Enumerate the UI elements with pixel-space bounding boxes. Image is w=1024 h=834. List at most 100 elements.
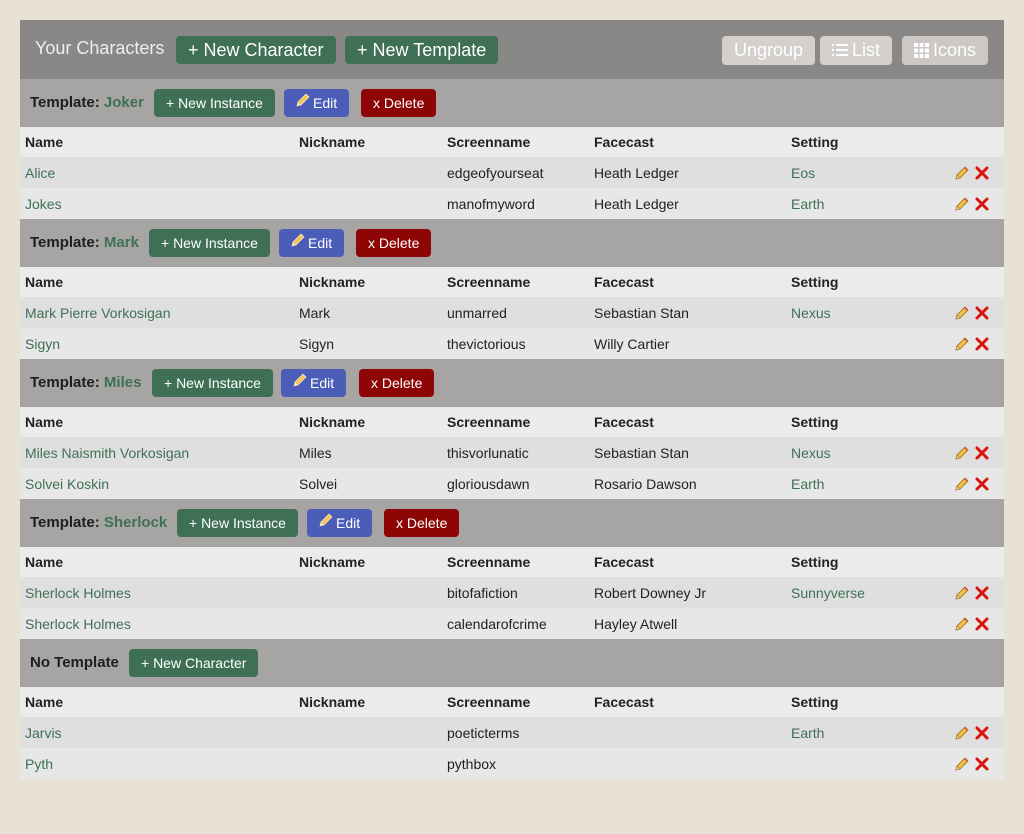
screenname-cell: poeticterms — [442, 717, 589, 748]
edit-pencil-icon[interactable] — [954, 445, 970, 461]
nickname-cell — [294, 717, 442, 748]
list-view-button[interactable]: List — [820, 36, 893, 65]
edit-pencil-icon[interactable] — [954, 616, 970, 632]
delete-x-icon[interactable] — [974, 756, 990, 772]
new-template-button[interactable]: + New Template — [345, 36, 499, 64]
edit-pencil-icon[interactable] — [954, 196, 970, 212]
table-header-row: Name Nickname Screenname Facecast Setting — [20, 127, 1004, 157]
column-header: Facecast — [589, 687, 786, 717]
row-actions — [926, 157, 1004, 188]
edit-pencil-icon[interactable] — [954, 756, 970, 772]
actions-header — [926, 547, 1004, 577]
facecast-cell — [589, 717, 786, 748]
template-label: Template: — [30, 94, 100, 111]
column-header: Name — [20, 267, 294, 297]
edit-pencil-icon[interactable] — [954, 305, 970, 321]
edit-pencil-icon[interactable] — [954, 725, 970, 741]
character-name-link[interactable]: Jarvis — [25, 725, 62, 741]
template-name-link[interactable]: Joker — [104, 94, 144, 111]
grid-icon — [914, 43, 929, 58]
facecast-cell — [589, 748, 786, 779]
character-name-link[interactable]: Solvei Koskin — [25, 476, 109, 492]
new-instance-button[interactable]: + New Instance — [177, 509, 298, 537]
edit-pencil-icon[interactable] — [954, 165, 970, 181]
characters-table: Name Nickname Screenname Facecast Setting Ali… — [20, 127, 1004, 219]
column-header: Facecast — [589, 267, 786, 297]
column-header: Name — [20, 407, 294, 437]
setting-link[interactable]: Sunnyverse — [791, 585, 865, 601]
delete-template-button[interactable]: x Delete — [384, 509, 460, 537]
edit-pencil-icon[interactable] — [954, 476, 970, 492]
delete-x-icon[interactable] — [974, 305, 990, 321]
setting-link[interactable]: Eos — [791, 165, 815, 181]
character-name-link[interactable]: Alice — [25, 165, 55, 181]
delete-template-button[interactable]: x Delete — [361, 89, 437, 117]
nickname-cell — [294, 188, 442, 219]
edit-pencil-icon[interactable] — [954, 585, 970, 601]
facecast-cell: Sebastian Stan — [589, 297, 786, 328]
delete-x-icon[interactable] — [974, 445, 990, 461]
delete-x-icon[interactable] — [974, 165, 990, 181]
delete-x-icon[interactable] — [974, 725, 990, 741]
screenname-cell: edgeofyourseat — [442, 157, 589, 188]
new-character-button[interactable]: + New Character — [176, 36, 336, 64]
delete-x-icon[interactable] — [974, 476, 990, 492]
new-character-button[interactable]: + New Character — [129, 649, 259, 677]
new-instance-button[interactable]: + New Instance — [154, 89, 275, 117]
template-header: Template: Miles + New Instance Edit x Delet… — [20, 359, 1004, 407]
edit-template-button[interactable]: Edit — [279, 229, 345, 257]
pencil-icon — [291, 233, 305, 247]
setting-link[interactable]: Nexus — [791, 445, 831, 461]
character-name-link[interactable]: Mark Pierre Vorkosigan — [25, 305, 171, 321]
characters-table: Name Nickname Screenname Facecast Setting She… — [20, 547, 1004, 639]
setting-link[interactable]: Earth — [791, 476, 824, 492]
character-name-link[interactable]: Sherlock Holmes — [25, 616, 131, 632]
template-label: Template: — [30, 234, 100, 251]
delete-x-icon[interactable] — [974, 196, 990, 212]
table-row: Jarvis poeticterms Earth — [20, 717, 1004, 748]
delete-x-icon[interactable] — [974, 585, 990, 601]
delete-x-icon[interactable] — [974, 616, 990, 632]
screenname-cell: gloriousdawn — [442, 468, 589, 499]
edit-template-button[interactable]: Edit — [281, 369, 347, 397]
character-name-link[interactable]: Sigyn — [25, 336, 60, 352]
column-header: Facecast — [589, 547, 786, 577]
table-row: Sherlock Holmes bitofafiction Robert Downe… — [20, 577, 1004, 608]
edit-template-button[interactable]: Edit — [284, 89, 350, 117]
facecast-cell: Heath Ledger — [589, 157, 786, 188]
row-actions — [926, 468, 1004, 499]
edit-label: Edit — [308, 235, 333, 251]
setting-link[interactable]: Earth — [791, 725, 824, 741]
setting-link[interactable]: Earth — [791, 196, 824, 212]
character-name-link[interactable]: Miles Naismith Vorkosigan — [25, 445, 189, 461]
actions-header — [926, 267, 1004, 297]
character-name-link[interactable]: Sherlock Holmes — [25, 585, 131, 601]
edit-template-button[interactable]: Edit — [307, 509, 373, 537]
column-header: Nickname — [294, 267, 442, 297]
column-header: Nickname — [294, 687, 442, 717]
ungroup-button[interactable]: Ungroup — [722, 36, 816, 65]
row-actions — [926, 297, 1004, 328]
template-name-link[interactable]: Sherlock — [104, 514, 167, 531]
characters-page: Your Characters + New Character + New Te… — [20, 20, 1004, 779]
page-title: Your Characters — [35, 38, 165, 58]
new-instance-button[interactable]: + New Instance — [152, 369, 273, 397]
delete-x-icon[interactable] — [974, 336, 990, 352]
table-header-row: Name Nickname Screenname Facecast Setting — [20, 267, 1004, 297]
edit-pencil-icon[interactable] — [954, 336, 970, 352]
template-name-link[interactable]: Mark — [104, 234, 139, 251]
column-header: Name — [20, 127, 294, 157]
facecast-cell: Heath Ledger — [589, 188, 786, 219]
delete-template-button[interactable]: x Delete — [359, 369, 435, 397]
template-header: No Template + New Character — [20, 639, 1004, 687]
nickname-cell — [294, 748, 442, 779]
setting-link[interactable]: Nexus — [791, 305, 831, 321]
character-name-link[interactable]: Jokes — [25, 196, 62, 212]
template-name-link[interactable]: Miles — [104, 374, 142, 391]
delete-template-button[interactable]: x Delete — [356, 229, 432, 257]
character-name-link[interactable]: Pyth — [25, 756, 53, 772]
row-actions — [926, 188, 1004, 219]
icons-view-button[interactable]: Icons — [902, 36, 989, 65]
new-instance-button[interactable]: + New Instance — [149, 229, 270, 257]
table-row: Alice edgeofyourseat Heath Ledger Eos — [20, 157, 1004, 188]
